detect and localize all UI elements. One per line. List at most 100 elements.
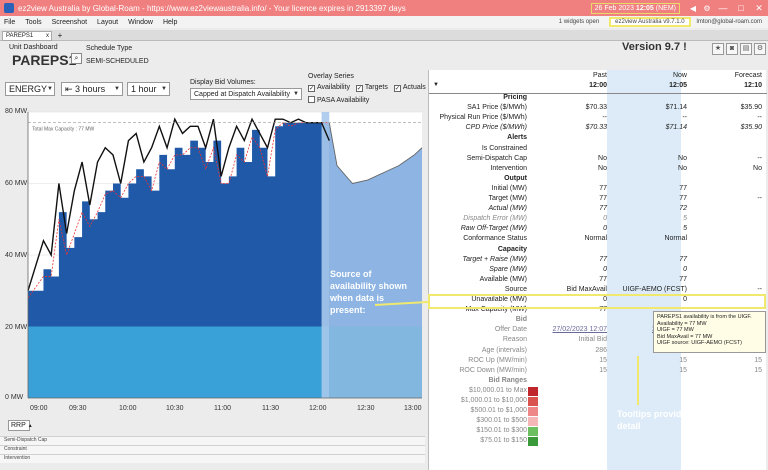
x-tick-label: 09:30 bbox=[69, 405, 87, 412]
collapse-icon[interactable]: ▼ bbox=[433, 82, 439, 88]
cell-value: No bbox=[753, 164, 762, 172]
row-label: Target + Raise (MW) bbox=[462, 255, 527, 263]
table-row: Dispatch Error (MW) 0 5 bbox=[429, 215, 767, 225]
x-tick-label: 10:30 bbox=[166, 405, 184, 412]
energy-select[interactable]: ENERGY ▼ bbox=[5, 82, 55, 96]
energy-value: ENERGY bbox=[9, 84, 48, 94]
cell-value: No bbox=[598, 164, 607, 172]
duration-select[interactable]: ⇤ 3 hours ▼ bbox=[61, 82, 123, 96]
row-label: $10,000.01 to Max bbox=[469, 386, 527, 394]
version-badge: ez2view Australia v9.7.1.0 bbox=[609, 17, 691, 27]
cell-value: $70.33 bbox=[585, 104, 607, 112]
actuals-checkbox[interactable]: ✓ bbox=[393, 85, 401, 92]
unit-search-icon[interactable]: ⌕ bbox=[71, 53, 82, 64]
tooltip-line: PAREPS1 availability is from the UIGF. bbox=[657, 314, 752, 320]
cell-value: 0 bbox=[683, 265, 687, 273]
gear-icon[interactable]: ⚙ bbox=[754, 43, 766, 55]
row-label: Spare (MW) bbox=[489, 265, 527, 273]
table-section-heading: Output bbox=[429, 175, 767, 185]
row-label: ROC Up (MW/min) bbox=[468, 356, 527, 364]
menu-window[interactable]: Window bbox=[128, 19, 153, 26]
star-icon[interactable]: ★ bbox=[712, 43, 724, 55]
table-header-row: Past Now Forecast bbox=[429, 72, 767, 82]
targets-checkbox[interactable]: ✓ bbox=[355, 85, 363, 92]
column-head-now: Now bbox=[672, 72, 687, 79]
bid-range-swatch bbox=[528, 437, 538, 447]
cell-value: UIGF-AEMO (FCST) bbox=[622, 285, 687, 293]
table-section-heading: Capacity bbox=[429, 246, 767, 256]
sound-icon[interactable]: ◀ bbox=[686, 0, 700, 16]
row-label: Intervention bbox=[4, 455, 31, 461]
cell-value: 77 bbox=[599, 184, 607, 192]
table-row: Initial (MW) 77 77 bbox=[429, 185, 767, 195]
table-row: ROC Down (MW/min) 15 15 15 bbox=[429, 367, 767, 377]
menu-layout[interactable]: Layout bbox=[97, 19, 118, 26]
user-email[interactable]: lmton@global-roam.com bbox=[697, 19, 762, 25]
row-label: Reason bbox=[502, 336, 527, 344]
cell-value[interactable]: 27/02/2023 12:07 bbox=[532, 326, 610, 333]
cell-value: 15 bbox=[599, 356, 607, 364]
tab-close-icon[interactable]: x bbox=[46, 33, 49, 39]
cell-value: $70.33 bbox=[585, 124, 607, 132]
pasa-checkbox[interactable] bbox=[308, 96, 315, 103]
row-label: $150.01 to $300 bbox=[476, 427, 527, 435]
cell-value: No bbox=[678, 154, 687, 162]
section-label: Pricing bbox=[503, 94, 527, 101]
x-tick-label: 12:00 bbox=[309, 405, 327, 412]
menu-tools[interactable]: Tools bbox=[25, 19, 41, 26]
source-row-highlight bbox=[428, 294, 766, 309]
overlay-series-label: Overlay Series bbox=[308, 73, 354, 80]
cell-value: 77 bbox=[679, 275, 687, 283]
cell-value: 0 bbox=[603, 265, 607, 273]
interval-select[interactable]: 1 hour ▼ bbox=[127, 82, 170, 96]
version-heading: Version 9.7 ! bbox=[622, 41, 687, 53]
targets-label: Targets bbox=[364, 84, 388, 91]
table-row: Intervention No No No bbox=[429, 165, 767, 175]
row-label: Offer Date bbox=[494, 326, 527, 334]
table-row: Conformance Status Normal Normal bbox=[429, 235, 767, 245]
unit-data-table[interactable]: Past Now Forecast ▼ 12:00 12:05 12:10 Pr… bbox=[428, 70, 767, 470]
step-back-icon[interactable]: ⇤ bbox=[65, 84, 75, 95]
bid-volume-chart[interactable]: Total Max Capacity : 77 MW bbox=[0, 107, 425, 417]
table-section-heading: Bid Ranges bbox=[429, 377, 767, 387]
settings-icon[interactable]: ⚙ bbox=[700, 0, 714, 16]
menu-screenshot[interactable]: Screenshot bbox=[52, 19, 87, 26]
clock-box: 26 Feb 2023 12:05 (NEM) bbox=[590, 2, 680, 14]
chevron-down-icon: ▼ bbox=[114, 86, 120, 92]
table-row: Physical Run Price ($/MWh) -- -- -- bbox=[429, 114, 767, 124]
maximize-button[interactable]: □ bbox=[732, 0, 750, 16]
row-label: Dispatch Error (MW) bbox=[463, 215, 527, 223]
cell-value: -- bbox=[757, 195, 762, 202]
tooltip-line: UIGF source: UIGF-AEMO (FCST) bbox=[657, 340, 742, 346]
menu-file[interactable]: File bbox=[4, 19, 15, 26]
menu-help[interactable]: Help bbox=[163, 19, 177, 26]
row-label: Source bbox=[504, 285, 527, 293]
cell-value: 15 bbox=[679, 356, 687, 364]
print-icon[interactable]: ▤ bbox=[740, 43, 752, 55]
availability-checkbox[interactable]: ✓ bbox=[308, 85, 315, 92]
cell-value: -- bbox=[757, 114, 762, 122]
cell-value: 77 bbox=[599, 275, 607, 283]
tab-pareps1[interactable]: PAREPS1 x bbox=[2, 31, 52, 41]
section-label: Output bbox=[504, 174, 527, 182]
add-tab-button[interactable]: + bbox=[55, 31, 65, 41]
pasa-label: PASA Availability bbox=[317, 97, 370, 104]
bid-volumes-select[interactable]: Capped at Dispatch Availability ▼ bbox=[190, 88, 302, 100]
rrp-select[interactable]: RRP ▲ bbox=[8, 420, 33, 431]
tooltips-annotation: Tooltips provide detail bbox=[617, 409, 687, 431]
minimize-button[interactable]: — bbox=[714, 0, 732, 16]
zone-text: (NEM) bbox=[655, 4, 676, 12]
table-section-heading: Pricing bbox=[429, 94, 767, 104]
row-label: Intervention bbox=[490, 164, 527, 172]
tab-label: PAREPS1 bbox=[6, 33, 34, 39]
row-label: Semi-Dispatch Cap bbox=[466, 154, 527, 162]
pasa-row: PASA Availability bbox=[308, 96, 369, 104]
close-button[interactable]: ✕ bbox=[750, 0, 768, 16]
section-label: Bid bbox=[515, 316, 527, 324]
cell-value: $71.14 bbox=[665, 104, 687, 112]
table-row: $150.01 to $300 bbox=[429, 427, 767, 437]
chevron-up-icon: ▲ bbox=[27, 422, 33, 429]
table-row: $10,000.01 to Max bbox=[429, 386, 767, 397]
cell-value: -- bbox=[757, 285, 762, 293]
camera-icon[interactable]: ◙ bbox=[726, 43, 738, 55]
